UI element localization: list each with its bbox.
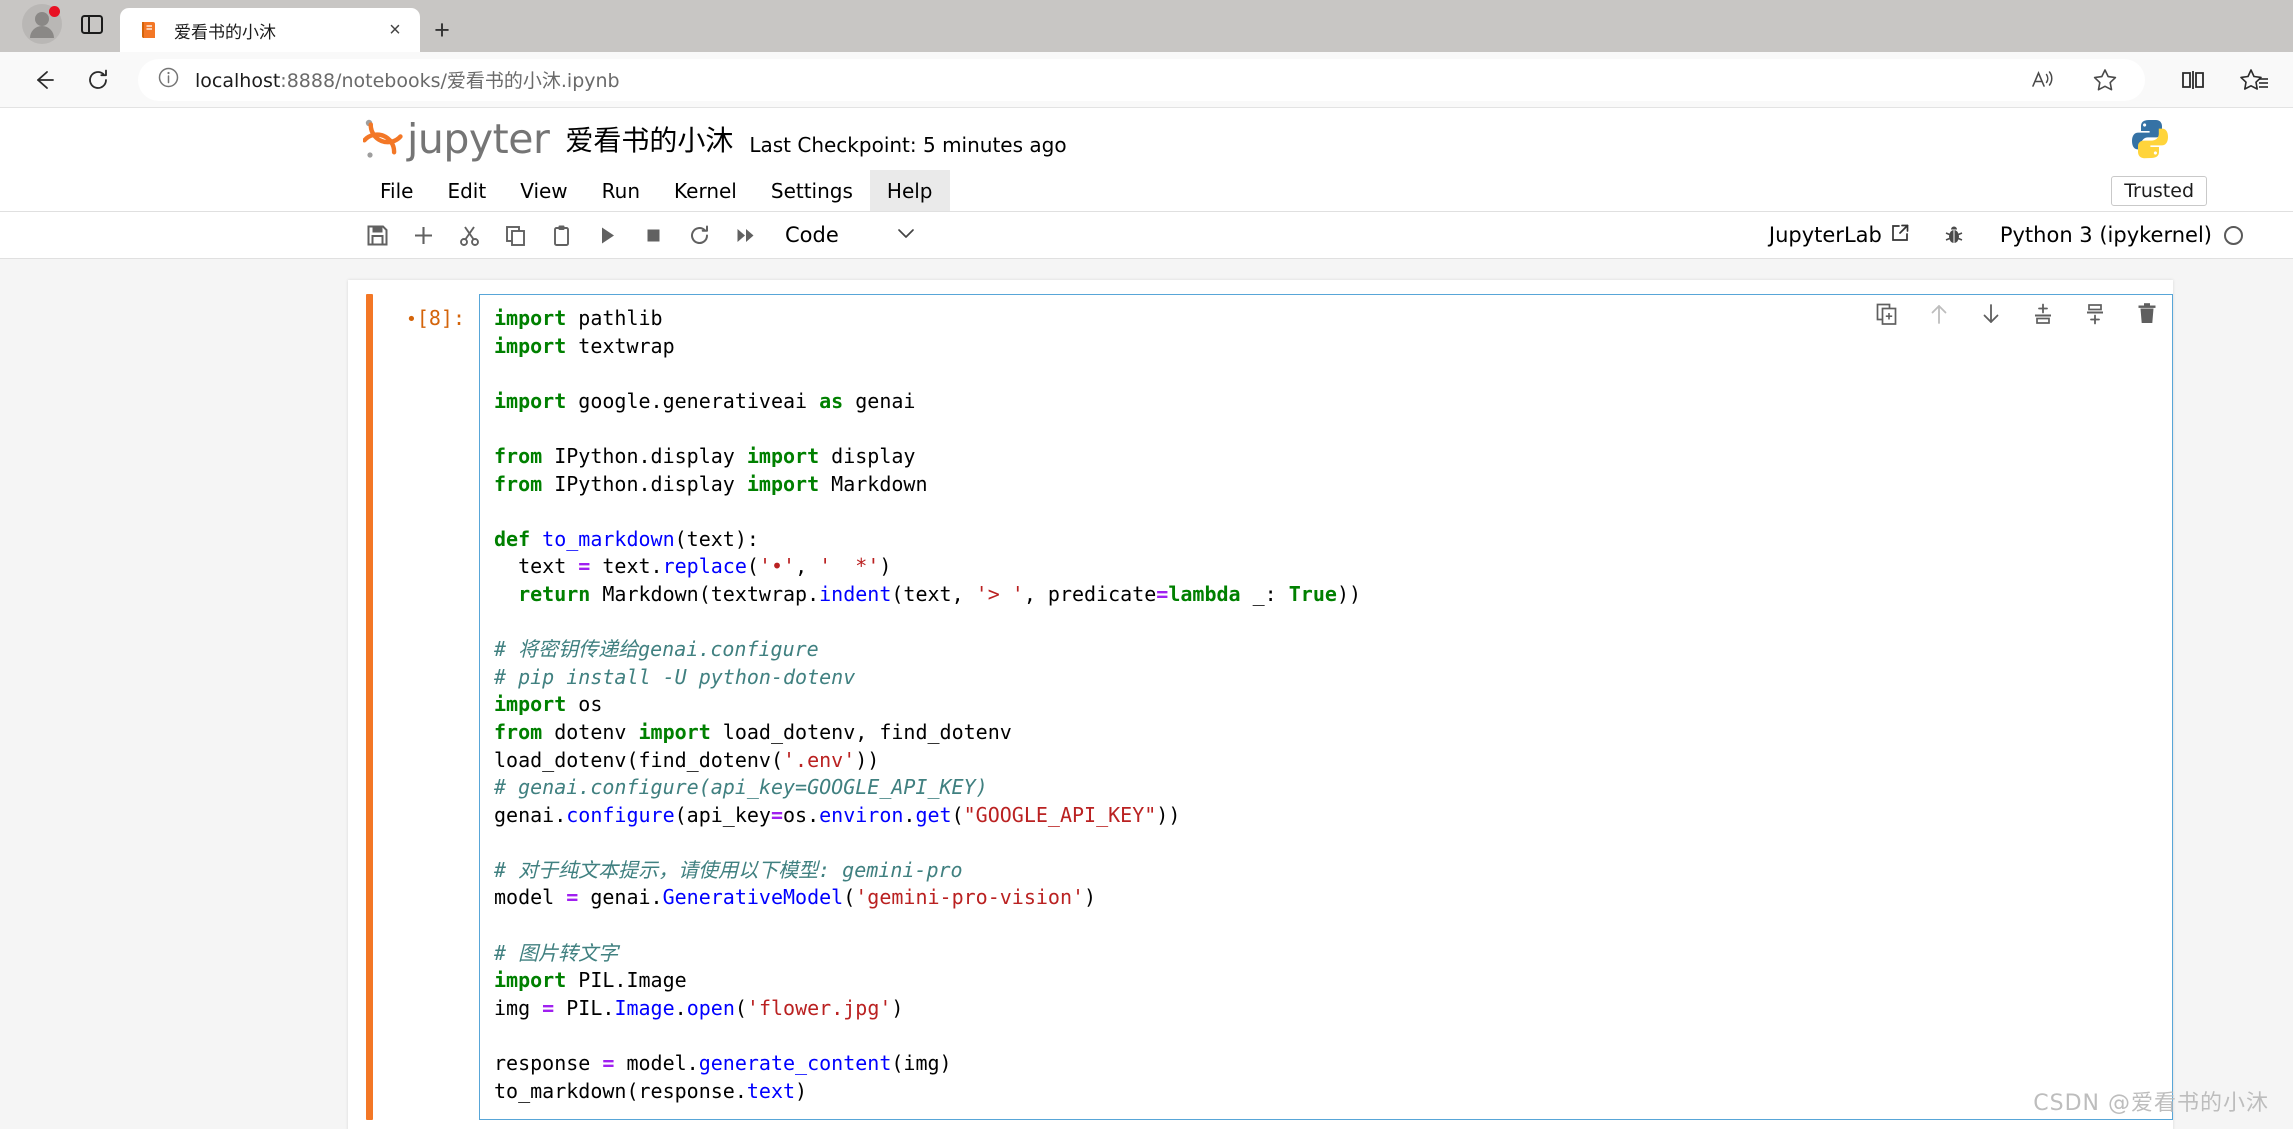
url-text: localhost:8888/notebooks/爱看书的小沐.ipynb bbox=[195, 66, 2009, 93]
jupyter-menu-bar: File Edit View Run Kernel Settings Help … bbox=[0, 170, 2293, 212]
menu-item-help[interactable]: Help bbox=[869, 170, 950, 211]
new-tab-button[interactable]: + bbox=[420, 8, 464, 52]
info-icon[interactable] bbox=[156, 65, 181, 95]
jupyter-logo-text: jupyter bbox=[407, 115, 550, 163]
move-cell-up-button[interactable] bbox=[1926, 301, 1952, 327]
jupyter-header: jupyter 爱看书的小沐 Last Checkpoint: 5 minute… bbox=[0, 108, 2293, 170]
duplicate-cell-button[interactable] bbox=[1874, 301, 1900, 327]
move-cell-down-button[interactable] bbox=[1978, 301, 2004, 327]
restart-kernel-button[interactable] bbox=[677, 216, 721, 254]
copy-cell-button[interactable] bbox=[493, 216, 537, 254]
run-cell-button[interactable] bbox=[585, 216, 629, 254]
save-button[interactable] bbox=[355, 216, 399, 254]
toolbar-right-group: JupyterLab Python 3 (ipykernel) bbox=[1769, 216, 2243, 254]
notebook-name[interactable]: 爱看书的小沐 bbox=[565, 119, 733, 159]
external-link-icon bbox=[1890, 223, 1910, 248]
cell-execution-count: •[8]: bbox=[393, 294, 479, 1120]
chevron-down-icon bbox=[895, 222, 917, 249]
menu-item-edit[interactable]: Edit bbox=[430, 170, 503, 211]
insert-cell-button[interactable] bbox=[401, 216, 445, 254]
url-path: :8888/notebooks/爱看书的小沐.ipynb bbox=[280, 70, 620, 92]
jupyter-toolbar: Code JupyterLab Python 3 (ipykernel) bbox=[0, 212, 2293, 259]
jupyterlab-label: JupyterLab bbox=[1768, 223, 1882, 247]
tab-actions-icon[interactable] bbox=[78, 10, 106, 38]
jupyter-logo-icon bbox=[363, 119, 403, 158]
reload-button[interactable] bbox=[76, 58, 120, 102]
menu-item-settings[interactable]: Settings bbox=[754, 170, 870, 211]
last-checkpoint-label: Last Checkpoint: 5 minutes ago bbox=[749, 133, 1067, 157]
avatar-head bbox=[35, 12, 49, 26]
insert-cell-below-button[interactable] bbox=[2082, 301, 2108, 327]
collections-icon[interactable] bbox=[2235, 60, 2275, 100]
kernel-name: Python 3 (ipykernel) bbox=[1999, 223, 2212, 247]
jupyter-title-group: jupyter 爱看书的小沐 Last Checkpoint: 5 minute… bbox=[363, 115, 1067, 163]
cut-cell-button[interactable] bbox=[447, 216, 491, 254]
cell-prompt-label: [8]: bbox=[416, 306, 465, 330]
url-host: localhost bbox=[195, 70, 281, 92]
trusted-badge[interactable]: Trusted bbox=[2111, 175, 2207, 206]
jupyterlab-link[interactable]: JupyterLab bbox=[1769, 223, 1910, 248]
browser-tab[interactable]: 爱看书的小沐 × bbox=[120, 8, 420, 52]
jupyter-notebook-page: jupyter 爱看书的小沐 Last Checkpoint: 5 minute… bbox=[0, 108, 2293, 1129]
avatar-body bbox=[30, 26, 54, 38]
favorite-star-icon[interactable] bbox=[2085, 60, 2125, 100]
browser-address-bar: localhost:8888/notebooks/爱看书的小沐.ipynb bbox=[0, 52, 2293, 108]
idle-circle-icon bbox=[2224, 225, 2243, 245]
paste-cell-button[interactable] bbox=[539, 216, 583, 254]
cell-source-code[interactable]: import pathlib import textwrap import go… bbox=[494, 305, 2156, 1105]
tab-title: 爱看书的小沐 bbox=[174, 22, 276, 43]
menu-item-run[interactable]: Run bbox=[585, 170, 657, 211]
notebook-cell[interactable]: •[8]: import pathlib import textwrap imp… bbox=[348, 294, 2173, 1121]
url-input[interactable]: localhost:8888/notebooks/爱看书的小沐.ipynb bbox=[138, 58, 2145, 101]
tab-strip: 爱看书的小沐 × + bbox=[120, 0, 464, 52]
profile-avatar[interactable] bbox=[22, 4, 62, 44]
cell-modified-marker: • bbox=[405, 309, 417, 330]
python-logo bbox=[2127, 116, 2173, 162]
cell-type-select[interactable]: Code bbox=[785, 222, 917, 249]
split-screen-icon[interactable] bbox=[2173, 60, 2213, 100]
back-button[interactable] bbox=[22, 58, 66, 102]
cell-selected-indicator bbox=[366, 294, 373, 1121]
code-editor[interactable]: import pathlib import textwrap import go… bbox=[479, 294, 2173, 1121]
close-icon[interactable]: × bbox=[380, 15, 410, 45]
kernel-indicator[interactable]: Python 3 (ipykernel) bbox=[2000, 223, 2243, 247]
bug-icon[interactable] bbox=[1932, 216, 1976, 254]
cell-action-toolbar bbox=[1874, 301, 2160, 327]
read-aloud-icon[interactable] bbox=[2023, 60, 2063, 100]
menu-item-file[interactable]: File bbox=[363, 170, 430, 211]
chrome-left-controls bbox=[14, 0, 120, 52]
interrupt-kernel-button[interactable] bbox=[631, 216, 675, 254]
jupyter-logo[interactable]: jupyter bbox=[363, 115, 550, 163]
menu-item-kernel[interactable]: Kernel bbox=[657, 170, 754, 211]
browser-right-icons bbox=[2163, 60, 2275, 100]
cell-type-value: Code bbox=[785, 223, 839, 247]
insert-cell-above-button[interactable] bbox=[2030, 301, 2056, 327]
notebook-sheet: •[8]: import pathlib import textwrap imp… bbox=[348, 280, 2173, 1129]
restart-run-all-button[interactable] bbox=[723, 216, 767, 254]
notebook-canvas: •[8]: import pathlib import textwrap imp… bbox=[0, 259, 2293, 1129]
delete-cell-button[interactable] bbox=[2134, 301, 2160, 327]
avatar-notification-dot bbox=[49, 6, 60, 17]
menu-item-view[interactable]: View bbox=[503, 170, 584, 211]
omnibox-right-icons bbox=[2023, 60, 2131, 100]
book-icon bbox=[138, 19, 160, 41]
browser-tab-strip-bar: 爱看书的小沐 × + bbox=[0, 0, 2293, 52]
